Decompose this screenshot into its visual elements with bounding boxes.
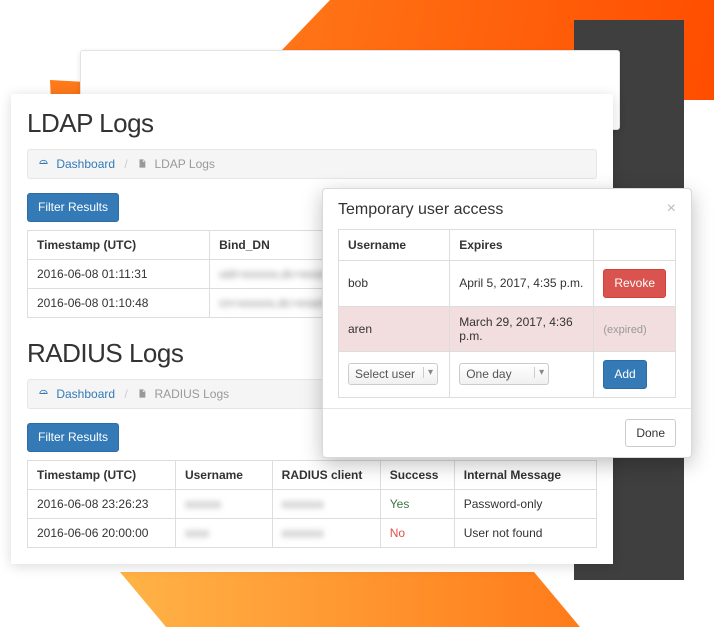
select-user-dropdown[interactable]: Select user — [348, 363, 438, 385]
cell-timestamp: 2016-06-08 01:11:31 — [28, 259, 210, 288]
radius-table: Timestamp (UTC) Username RADIUS client S… — [27, 460, 597, 548]
document-icon — [137, 387, 147, 401]
cell-message: User not found — [454, 518, 596, 547]
ldap-col-timestamp: Timestamp (UTC) — [28, 230, 210, 259]
table-row-add: Select user One day Add — [339, 351, 676, 397]
cell-action: (expired) — [594, 306, 676, 351]
cell-duration: One day — [450, 351, 594, 397]
cell-username: xxxx — [175, 518, 272, 547]
radius-col-message: Internal Message — [454, 460, 596, 489]
breadcrumb-dashboard-link[interactable]: Dashboard — [56, 387, 115, 401]
revoke-button[interactable]: Revoke — [603, 269, 666, 298]
dashboard-icon — [38, 387, 49, 401]
cell-username: xxxxxx — [175, 489, 272, 518]
ldap-breadcrumb: Dashboard / LDAP Logs — [27, 149, 597, 179]
cell-username: aren — [339, 306, 450, 351]
cell-expires: April 5, 2017, 4:35 p.m. — [450, 261, 594, 307]
breadcrumb-current: RADIUS Logs — [154, 387, 229, 401]
table-row: bob April 5, 2017, 4:35 p.m. Revoke — [339, 261, 676, 307]
radius-filter-button[interactable]: Filter Results — [27, 423, 119, 452]
cell-username: bob — [339, 261, 450, 307]
modal-header: Temporary user access × — [323, 189, 691, 229]
breadcrumb-dashboard-link[interactable]: Dashboard — [56, 157, 115, 171]
cell-action: Revoke — [594, 261, 676, 307]
breadcrumb-separator: / — [124, 157, 127, 171]
cell-timestamp: 2016-06-08 23:26:23 — [28, 489, 176, 518]
cell-timestamp: 2016-06-08 01:10:48 — [28, 288, 210, 317]
radius-col-username: Username — [175, 460, 272, 489]
cell-timestamp: 2016-06-06 20:00:00 — [28, 518, 176, 547]
select-duration-dropdown[interactable]: One day — [459, 363, 549, 385]
cell-client: xxxxxxx — [272, 518, 380, 547]
done-button[interactable]: Done — [625, 419, 676, 448]
cell-success: Yes — [380, 489, 454, 518]
ldap-filter-button[interactable]: Filter Results — [27, 193, 119, 222]
temp-access-table: Username Expires bob April 5, 2017, 4:35… — [338, 229, 676, 398]
add-button[interactable]: Add — [603, 360, 646, 389]
cell-success: No — [380, 518, 454, 547]
bg-orange-bottom — [120, 572, 580, 627]
radius-col-timestamp: Timestamp (UTC) — [28, 460, 176, 489]
ldap-title: LDAP Logs — [27, 108, 597, 139]
dashboard-icon — [38, 157, 49, 171]
cell-select-user: Select user — [339, 351, 450, 397]
breadcrumb-current: LDAP Logs — [154, 157, 215, 171]
radius-col-client: RADIUS client — [272, 460, 380, 489]
radius-col-success: Success — [380, 460, 454, 489]
close-icon[interactable]: × — [667, 201, 676, 217]
cell-client: xxxxxxx — [272, 489, 380, 518]
document-icon — [137, 157, 147, 171]
table-row-expired: aren March 29, 2017, 4:36 p.m. (expired) — [339, 306, 676, 351]
col-username: Username — [339, 230, 450, 261]
modal-footer: Done — [323, 408, 691, 458]
table-row: 2016-06-06 20:00:00 xxxx xxxxxxx No User… — [28, 518, 597, 547]
col-expires: Expires — [450, 230, 594, 261]
breadcrumb-separator: / — [124, 387, 127, 401]
col-action — [594, 230, 676, 261]
modal-body: Username Expires bob April 5, 2017, 4:35… — [323, 229, 691, 408]
table-row: 2016-06-08 23:26:23 xxxxxx xxxxxxx Yes P… — [28, 489, 597, 518]
expired-label: (expired) — [603, 324, 646, 336]
cell-expires: March 29, 2017, 4:36 p.m. — [450, 306, 594, 351]
modal-title: Temporary user access — [338, 201, 503, 219]
temp-user-access-modal: Temporary user access × Username Expires… — [322, 188, 692, 458]
cell-message: Password-only — [454, 489, 596, 518]
cell-add: Add — [594, 351, 676, 397]
